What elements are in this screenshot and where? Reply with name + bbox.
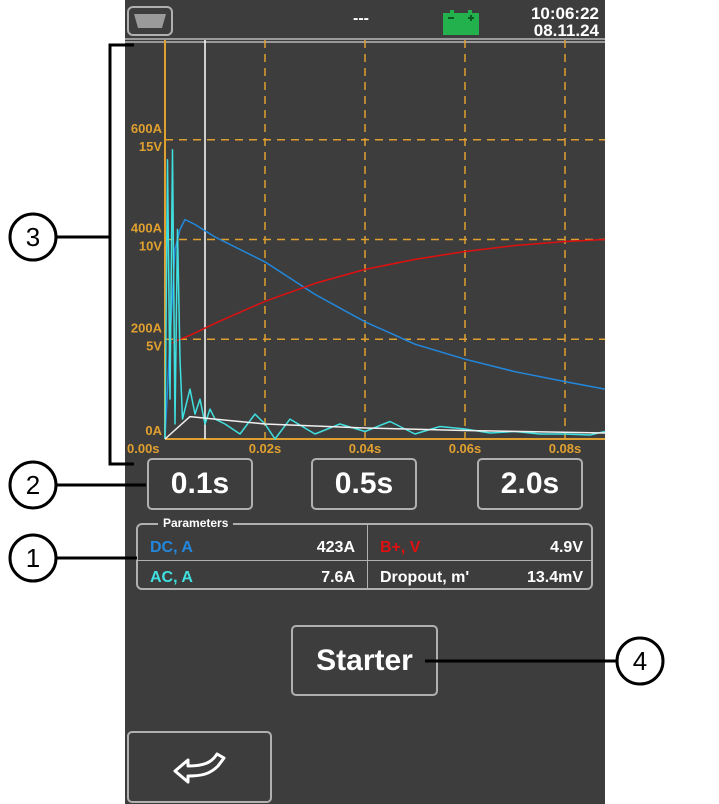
callout-overlay: 3 2 1 4: [8, 43, 665, 686]
svg-text:4: 4: [633, 646, 647, 676]
svg-text:1: 1: [26, 543, 40, 573]
svg-text:3: 3: [26, 222, 40, 252]
callout-1: 1: [8, 533, 58, 583]
svg-text:2: 2: [26, 470, 40, 500]
bracket-line: [108, 43, 134, 466]
callout-2: 2: [8, 460, 58, 510]
callout-3: 3: [8, 212, 58, 262]
callout-4: 4: [615, 636, 665, 686]
